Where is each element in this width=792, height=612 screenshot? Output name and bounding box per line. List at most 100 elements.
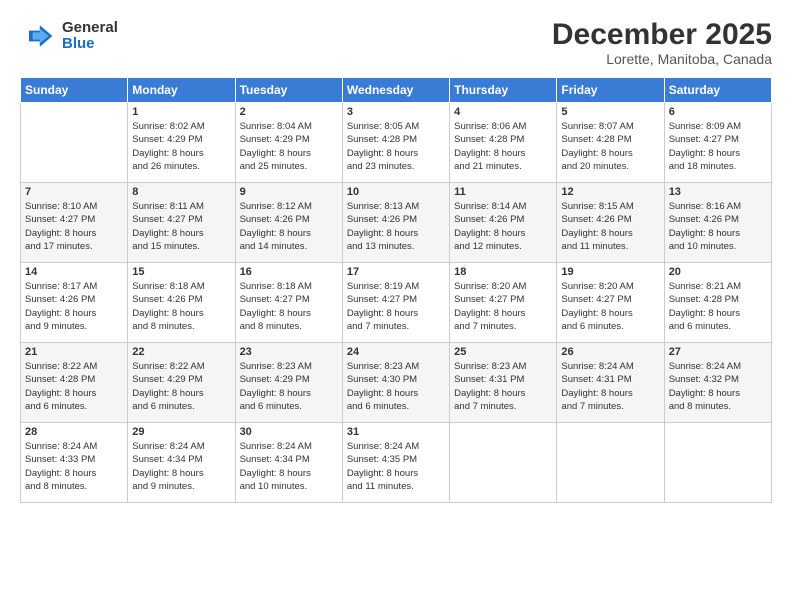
day-number: 16 [240,266,338,278]
day-number: 30 [240,426,338,438]
table-row [450,423,557,503]
week-row-2: 7 Sunrise: 8:10 AM Sunset: 4:27 PM Daylig… [21,183,772,263]
day-info: Sunrise: 8:23 AM Sunset: 4:30 PM Dayligh… [347,360,445,413]
day-info: Sunrise: 8:06 AM Sunset: 4:28 PM Dayligh… [454,120,552,173]
col-thursday: Thursday [450,78,557,103]
day-info: Sunrise: 8:10 AM Sunset: 4:27 PM Dayligh… [25,200,123,253]
day-number: 18 [454,266,552,278]
table-row: 25 Sunrise: 8:23 AM Sunset: 4:31 PM Dayli… [450,343,557,423]
day-number: 5 [561,106,659,118]
day-info: Sunrise: 8:04 AM Sunset: 4:29 PM Dayligh… [240,120,338,173]
day-number: 10 [347,186,445,198]
table-row: 1Sunrise: 8:02 AM Sunset: 4:29 PM Daylig… [128,103,235,183]
table-row: 8Sunrise: 8:11 AM Sunset: 4:27 PM Daylig… [128,183,235,263]
day-number: 31 [347,426,445,438]
day-info: Sunrise: 8:23 AM Sunset: 4:31 PM Dayligh… [454,360,552,413]
table-row: 5 Sunrise: 8:07 AM Sunset: 4:28 PM Daylig… [557,103,664,183]
day-info: Sunrise: 8:05 AM Sunset: 4:28 PM Dayligh… [347,120,445,173]
table-row: 7 Sunrise: 8:10 AM Sunset: 4:27 PM Daylig… [21,183,128,263]
table-row: 31Sunrise: 8:24 AM Sunset: 4:35 PM Dayli… [342,423,449,503]
table-row: 24 Sunrise: 8:23 AM Sunset: 4:30 PM Dayli… [342,343,449,423]
day-info: Sunrise: 8:17 AM Sunset: 4:26 PM Dayligh… [25,280,123,333]
table-row: 20Sunrise: 8:21 AM Sunset: 4:28 PM Dayli… [664,263,771,343]
day-info: Sunrise: 8:19 AM Sunset: 4:27 PM Dayligh… [347,280,445,333]
col-friday: Friday [557,78,664,103]
table-row [664,423,771,503]
table-row: 15 Sunrise: 8:18 AM Sunset: 4:26 PM Dayli… [128,263,235,343]
table-row: 27Sunrise: 8:24 AM Sunset: 4:32 PM Dayli… [664,343,771,423]
day-number: 23 [240,346,338,358]
table-row: 29Sunrise: 8:24 AM Sunset: 4:34 PM Dayli… [128,423,235,503]
day-number: 15 [132,266,230,278]
col-saturday: Saturday [664,78,771,103]
day-info: Sunrise: 8:24 AM Sunset: 4:34 PM Dayligh… [240,440,338,493]
day-number: 26 [561,346,659,358]
table-row: 4 Sunrise: 8:06 AM Sunset: 4:28 PM Daylig… [450,103,557,183]
day-info: Sunrise: 8:15 AM Sunset: 4:26 PM Dayligh… [561,200,659,253]
week-row-1: 1Sunrise: 8:02 AM Sunset: 4:29 PM Daylig… [21,103,772,183]
table-row: 2 Sunrise: 8:04 AM Sunset: 4:29 PM Daylig… [235,103,342,183]
table-row [21,103,128,183]
day-number: 9 [240,186,338,198]
day-info: Sunrise: 8:18 AM Sunset: 4:27 PM Dayligh… [240,280,338,333]
day-number: 20 [669,266,767,278]
table-row: 26 Sunrise: 8:24 AM Sunset: 4:31 PM Dayli… [557,343,664,423]
table-row: 30 Sunrise: 8:24 AM Sunset: 4:34 PM Dayli… [235,423,342,503]
header: General Blue December 2025 Lorette, Mani… [20,18,772,67]
calendar-header-row: Sunday Monday Tuesday Wednesday Thursday… [21,78,772,103]
day-number: 3 [347,106,445,118]
table-row: 17 Sunrise: 8:19 AM Sunset: 4:27 PM Dayli… [342,263,449,343]
day-info: Sunrise: 8:20 AM Sunset: 4:27 PM Dayligh… [454,280,552,333]
week-row-3: 14 Sunrise: 8:17 AM Sunset: 4:26 PM Dayli… [21,263,772,343]
table-row: 18 Sunrise: 8:20 AM Sunset: 4:27 PM Dayli… [450,263,557,343]
day-number: 2 [240,106,338,118]
day-info: Sunrise: 8:22 AM Sunset: 4:29 PM Dayligh… [132,360,230,413]
day-info: Sunrise: 8:11 AM Sunset: 4:27 PM Dayligh… [132,200,230,253]
logo-blue-text: Blue [62,36,118,53]
day-info: Sunrise: 8:18 AM Sunset: 4:26 PM Dayligh… [132,280,230,333]
day-info: Sunrise: 8:12 AM Sunset: 4:26 PM Dayligh… [240,200,338,253]
month-title: December 2025 [552,18,772,51]
table-row: 19Sunrise: 8:20 AM Sunset: 4:27 PM Dayli… [557,263,664,343]
day-number: 25 [454,346,552,358]
day-info: Sunrise: 8:22 AM Sunset: 4:28 PM Dayligh… [25,360,123,413]
week-row-5: 28Sunrise: 8:24 AM Sunset: 4:33 PM Dayli… [21,423,772,503]
col-tuesday: Tuesday [235,78,342,103]
day-info: Sunrise: 8:16 AM Sunset: 4:26 PM Dayligh… [669,200,767,253]
col-monday: Monday [128,78,235,103]
logo: General Blue [20,18,118,54]
day-number: 6 [669,106,767,118]
table-row: 13 Sunrise: 8:16 AM Sunset: 4:26 PM Dayli… [664,183,771,263]
day-number: 24 [347,346,445,358]
day-info: Sunrise: 8:23 AM Sunset: 4:29 PM Dayligh… [240,360,338,413]
logo-text: General Blue [62,20,118,53]
day-number: 27 [669,346,767,358]
day-number: 1 [132,106,230,118]
table-row: 3 Sunrise: 8:05 AM Sunset: 4:28 PM Daylig… [342,103,449,183]
day-number: 13 [669,186,767,198]
table-row: 12 Sunrise: 8:15 AM Sunset: 4:26 PM Dayli… [557,183,664,263]
day-number: 7 [25,186,123,198]
day-info: Sunrise: 8:09 AM Sunset: 4:27 PM Dayligh… [669,120,767,173]
day-number: 21 [25,346,123,358]
table-row: 16 Sunrise: 8:18 AM Sunset: 4:27 PM Dayli… [235,263,342,343]
day-info: Sunrise: 8:20 AM Sunset: 4:27 PM Dayligh… [561,280,659,333]
day-info: Sunrise: 8:07 AM Sunset: 4:28 PM Dayligh… [561,120,659,173]
day-number: 4 [454,106,552,118]
col-sunday: Sunday [21,78,128,103]
page: General Blue December 2025 Lorette, Mani… [0,0,792,612]
day-number: 11 [454,186,552,198]
day-info: Sunrise: 8:13 AM Sunset: 4:26 PM Dayligh… [347,200,445,253]
table-row: 28Sunrise: 8:24 AM Sunset: 4:33 PM Dayli… [21,423,128,503]
table-row: 10 Sunrise: 8:13 AM Sunset: 4:26 PM Dayli… [342,183,449,263]
calendar: Sunday Monday Tuesday Wednesday Thursday… [20,77,772,503]
day-info: Sunrise: 8:24 AM Sunset: 4:31 PM Dayligh… [561,360,659,413]
day-number: 22 [132,346,230,358]
day-info: Sunrise: 8:24 AM Sunset: 4:33 PM Dayligh… [25,440,123,493]
table-row: 11Sunrise: 8:14 AM Sunset: 4:26 PM Dayli… [450,183,557,263]
table-row: 9 Sunrise: 8:12 AM Sunset: 4:26 PM Daylig… [235,183,342,263]
day-number: 14 [25,266,123,278]
day-number: 12 [561,186,659,198]
day-number: 17 [347,266,445,278]
logo-icon [20,18,56,54]
